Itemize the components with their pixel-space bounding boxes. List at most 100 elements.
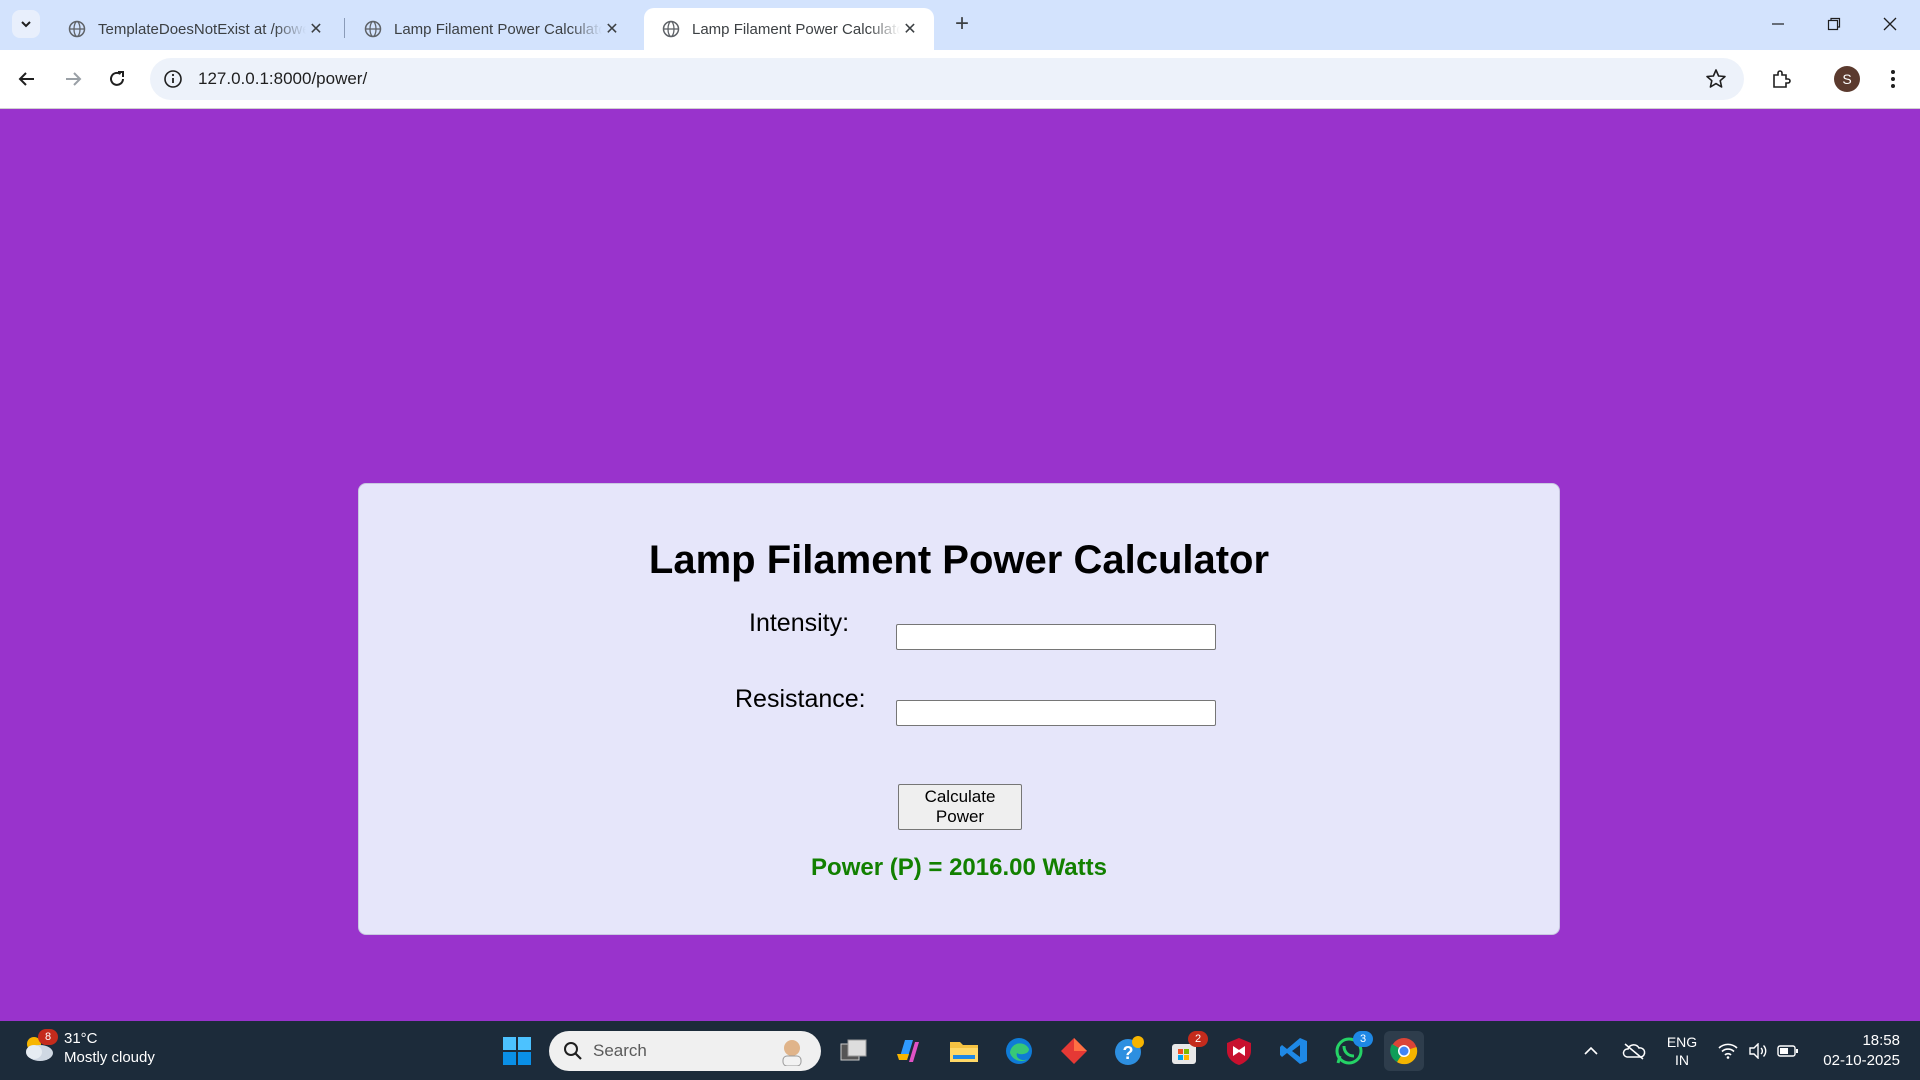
windows-icon [503, 1037, 531, 1065]
profile-button[interactable]: S [1830, 62, 1864, 96]
arrow-right-icon [66, 72, 82, 86]
tab-title: Lamp Filament Power Calculator [692, 20, 900, 38]
language-indicator[interactable]: ENG IN [1660, 1021, 1704, 1080]
tab-separator [344, 18, 345, 38]
vscode-button[interactable] [1274, 1031, 1314, 1071]
folder-icon [950, 1042, 978, 1062]
tab-title: Lamp Filament Power Calculator [394, 20, 602, 38]
chrome-icon [1390, 1038, 1418, 1065]
menu-button[interactable] [1876, 62, 1910, 96]
chevron-up-icon [1584, 1046, 1598, 1055]
onedrive-button[interactable] [1618, 1021, 1650, 1080]
chrome-button[interactable] [1384, 1031, 1424, 1071]
svg-text:?: ? [1123, 1043, 1134, 1063]
wifi-status[interactable] [1714, 1021, 1742, 1080]
tab-templatedoesnotexist[interactable]: TemplateDoesNotExist at /power/ ✕ [50, 8, 340, 50]
forward-button[interactable] [56, 62, 90, 96]
plus-icon: + [954, 10, 969, 37]
microsoft-store-button[interactable]: 2 [1164, 1031, 1208, 1071]
power-result: Power (P) = 2016.00 Watts [811, 854, 1107, 881]
battery-icon [1777, 1044, 1798, 1057]
edge-button[interactable] [999, 1031, 1039, 1071]
app-red-diamond-button[interactable] [1054, 1031, 1094, 1071]
language-code: ENG [1666, 1033, 1698, 1050]
mcafee-button[interactable] [1219, 1031, 1259, 1071]
vscode-icon [1280, 1038, 1307, 1064]
globe-icon [662, 20, 680, 38]
url-text[interactable]: 127.0.0.1:8000/power/ [198, 69, 1704, 89]
calculator-card: Lamp Filament Power Calculator Intensity… [358, 483, 1560, 935]
globe-icon [68, 20, 86, 38]
get-help-button[interactable]: ? [1109, 1031, 1149, 1071]
address-bar[interactable]: 127.0.0.1:8000/power/ [150, 58, 1744, 100]
help-icon: ? [1115, 1036, 1144, 1065]
show-hidden-icons-button[interactable] [1576, 1021, 1606, 1080]
system-clock[interactable]: 18:58 02-10-2025 [1823, 1031, 1900, 1071]
close-tab-icon[interactable]: ✕ [900, 19, 920, 39]
search-icon [564, 1042, 582, 1060]
browser-toolbar: 127.0.0.1:8000/power/ S [0, 50, 1920, 109]
more-vertical-icon [1891, 70, 1895, 88]
calculate-power-button[interactable]: Calculate Power [898, 784, 1022, 830]
whatsapp-button[interactable]: 3 [1329, 1031, 1373, 1071]
weather-desc: Mostly cloudy [64, 1049, 155, 1066]
page-viewport: Lamp Filament Power Calculator Intensity… [0, 109, 1920, 1021]
close-icon [1883, 17, 1897, 31]
clock-date: 02-10-2025 [1823, 1052, 1900, 1069]
taskbar-search[interactable]: Search [549, 1031, 821, 1071]
file-explorer-button[interactable] [944, 1031, 984, 1071]
speaker-icon [1749, 1042, 1767, 1059]
start-button[interactable] [497, 1031, 537, 1071]
volume-status[interactable] [1744, 1021, 1772, 1080]
wifi-icon [1718, 1043, 1738, 1059]
edge-icon [1006, 1038, 1032, 1064]
tab-strip: TemplateDoesNotExist at /power/ ✕ Lamp F… [0, 0, 1920, 50]
resistance-label: Resistance: [735, 685, 866, 713]
weather-cloud-icon: 8 [20, 1029, 58, 1065]
copilot-icon [897, 1040, 919, 1062]
shield-icon [1227, 1038, 1251, 1065]
clock-time: 18:58 [1862, 1032, 1900, 1049]
back-button[interactable] [10, 62, 44, 96]
weather-widget[interactable]: 8 31°C Mostly cloudy [20, 1029, 155, 1067]
reload-icon [110, 71, 124, 86]
globe-icon [364, 20, 382, 38]
close-window-button[interactable] [1862, 0, 1918, 48]
puzzle-icon [1773, 70, 1791, 88]
avatar: S [1834, 66, 1860, 92]
site-info-icon[interactable] [162, 68, 184, 90]
battery-status[interactable] [1774, 1021, 1802, 1080]
restore-icon [1827, 17, 1841, 31]
tab-title: TemplateDoesNotExist at /power/ [98, 20, 306, 38]
close-tab-icon[interactable]: ✕ [306, 19, 326, 39]
minimize-button[interactable] [1750, 0, 1806, 48]
weather-badge: 8 [38, 1029, 58, 1045]
chevron-down-icon [21, 21, 31, 28]
search-label: Search [593, 1041, 647, 1060]
red-diamond-icon [1061, 1038, 1087, 1064]
whatsapp-badge: 3 [1353, 1031, 1373, 1047]
new-tab-button[interactable]: + [948, 10, 976, 38]
restore-button[interactable] [1806, 0, 1862, 48]
search-highlight-icon [782, 1040, 802, 1066]
store-badge: 2 [1188, 1031, 1208, 1047]
resistance-input[interactable] [896, 700, 1216, 726]
task-view-icon [840, 1039, 867, 1061]
intensity-label: Intensity: [749, 609, 850, 637]
close-tab-icon[interactable]: ✕ [602, 19, 622, 39]
intensity-input[interactable] [896, 624, 1216, 650]
copilot-button[interactable] [888, 1031, 928, 1071]
cloud-off-icon [1622, 1042, 1646, 1060]
minimize-icon [1772, 23, 1784, 25]
taskbar: 8 31°C Mostly cloudy Search ? 2 3 ENG IN… [0, 1021, 1920, 1080]
region-code: IN [1675, 1051, 1689, 1068]
page-title: Lamp Filament Power Calculator [648, 538, 1270, 582]
bookmark-star-icon[interactable] [1704, 67, 1728, 91]
extensions-button[interactable] [1764, 62, 1798, 96]
reload-button[interactable] [100, 62, 134, 96]
tab-lamp-calculator[interactable]: Lamp Filament Power Calculator ✕ [346, 8, 636, 50]
tab-lamp-calculator-active[interactable]: Lamp Filament Power Calculator ✕ [644, 8, 934, 50]
arrow-left-icon [18, 72, 34, 86]
tab-search-button[interactable] [12, 10, 40, 38]
task-view-button[interactable] [834, 1031, 874, 1071]
